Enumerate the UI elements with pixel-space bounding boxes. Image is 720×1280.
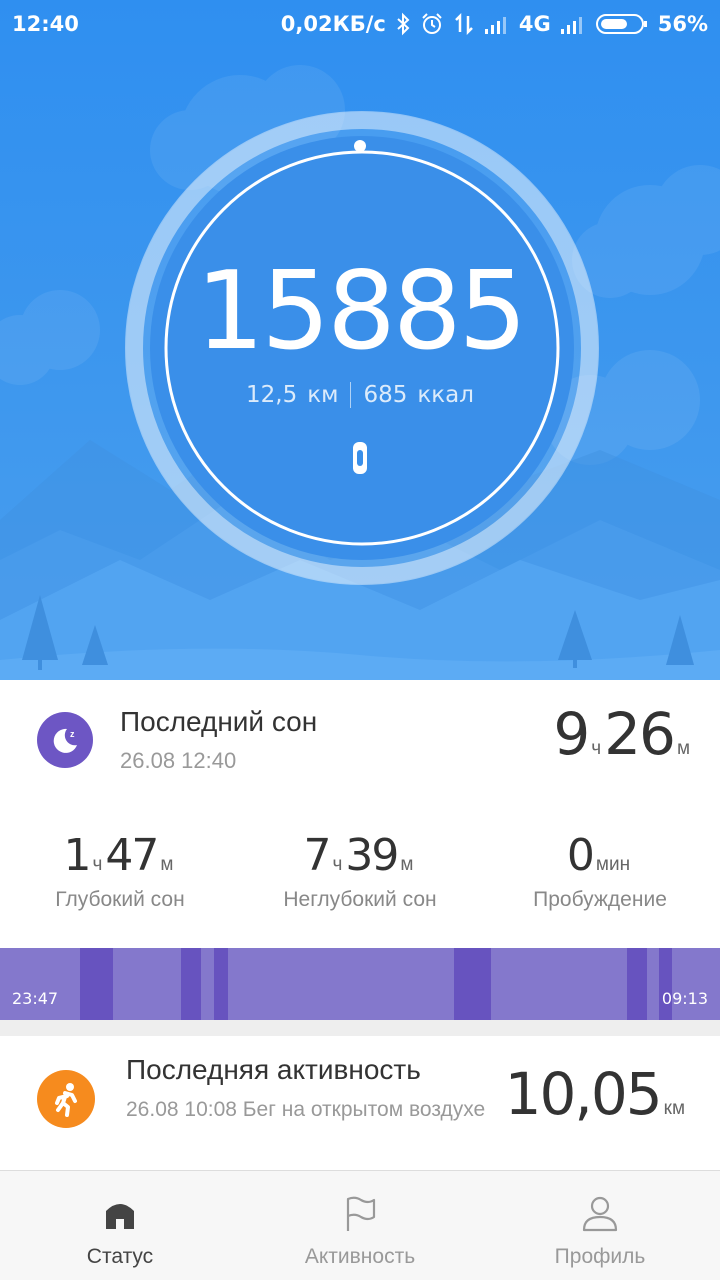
tab-status[interactable]: Статус (0, 1171, 240, 1280)
tab-status-label: Статус (86, 1245, 154, 1268)
bottom-navigation: Статус Активность Профиль (0, 1170, 720, 1280)
deep-hours-unit: ч (92, 854, 103, 875)
bluetooth-icon (395, 12, 411, 36)
activity-distance-unit: км (663, 1098, 685, 1119)
battery-percent: 56% (657, 12, 708, 36)
activity-distance-value: 10,05 (504, 1060, 663, 1128)
awake-unit: мин (595, 854, 631, 875)
awake-label: Пробуждение (533, 888, 667, 911)
tab-profile-label: Профиль (554, 1245, 646, 1268)
activity-distance: 10,05 км (505, 1060, 688, 1128)
stats-separator (350, 382, 352, 408)
activity-title: Последняя активность (126, 1054, 421, 1085)
sleep-hours-unit: ч (591, 738, 602, 759)
deep-hours: 1 (63, 830, 92, 881)
home-icon (106, 1204, 134, 1229)
sleep-total-minutes: 26 (604, 700, 676, 768)
card-divider (0, 1020, 720, 1036)
deep-sleep-segment (214, 948, 228, 1020)
light-hours-unit: ч (332, 854, 343, 875)
alarm-icon (420, 12, 444, 36)
signal-icon-2 (560, 14, 586, 34)
deep-sleep-label: Глубокий сон (55, 888, 185, 911)
calories-unit: ккал (417, 382, 474, 408)
sleep-start-time: 23:47 (12, 989, 59, 1008)
tab-profile[interactable]: Профиль (480, 1171, 720, 1280)
battery-icon (595, 12, 649, 36)
running-icon (37, 1070, 95, 1128)
fitness-band-icon (353, 442, 367, 474)
distance-unit: км (307, 382, 339, 408)
deep-minutes: 47 (105, 830, 159, 881)
signal-icon (484, 14, 510, 34)
light-hours: 7 (303, 830, 332, 881)
steps-hero: 12:40 0,02КБ/с 4G 56% 15885 12,5 км 685 … (0, 0, 720, 680)
deep-sleep-segment (181, 948, 201, 1020)
light-minutes: 39 (345, 830, 399, 881)
deep-sleep-stat: 1 ч 47 м Глубокий сон (0, 830, 240, 912)
sleep-minutes-unit: м (676, 738, 690, 759)
sleep-timeline[interactable]: 23:47 09:13 (0, 948, 720, 1020)
sleep-end-time: 09:13 (661, 989, 708, 1008)
sleep-title: Последний сон (120, 706, 318, 737)
status-icons: 0,02КБ/с 4G 56% (281, 12, 708, 36)
tab-activity-label: Активность (304, 1245, 416, 1268)
network-type: 4G (518, 12, 551, 36)
sleep-total: 9 ч 26 м (553, 700, 693, 768)
awake-stat: 0 мин Пробуждение (480, 830, 720, 912)
calories-value: 685 (363, 382, 408, 408)
status-bar: 12:40 0,02КБ/с 4G 56% (0, 0, 720, 50)
flag-icon (346, 1196, 376, 1231)
activity-description: 26.08 10:08 Бег на открытом воздухе (126, 1098, 486, 1121)
network-speed: 0,02КБ/с (280, 12, 386, 36)
distance-value: 12,5 (246, 382, 298, 408)
steps-sub-stats: 12,5 км 685 ккал (0, 382, 720, 408)
light-sleep-label: Неглубокий сон (283, 888, 437, 911)
steps-count: 15885 (195, 249, 528, 374)
sleep-moon-icon: z (37, 712, 93, 768)
awake-value: 0 (566, 830, 595, 881)
status-time: 12:40 (12, 12, 79, 36)
ring-progress-dot (354, 140, 366, 152)
deep-sleep-segment (659, 948, 672, 1020)
deep-sleep-segment (454, 948, 491, 1020)
svg-text:z: z (70, 729, 75, 739)
tab-activity[interactable]: Активность (240, 1171, 480, 1280)
sleep-total-hours: 9 (553, 700, 590, 768)
deep-sleep-segment (627, 948, 647, 1020)
sleep-date: 26.08 12:40 (120, 748, 237, 773)
sleep-stats: 1 ч 47 м Глубокий сон 7 ч 39 м Неглубоки… (0, 830, 720, 920)
deep-sleep-segment (80, 948, 113, 1020)
light-sleep-stat: 7 ч 39 м Неглубокий сон (240, 830, 480, 912)
data-transfer-icon (453, 12, 475, 36)
light-minutes-unit: м (400, 854, 414, 875)
person-icon (582, 1196, 618, 1232)
deep-minutes-unit: м (160, 854, 174, 875)
